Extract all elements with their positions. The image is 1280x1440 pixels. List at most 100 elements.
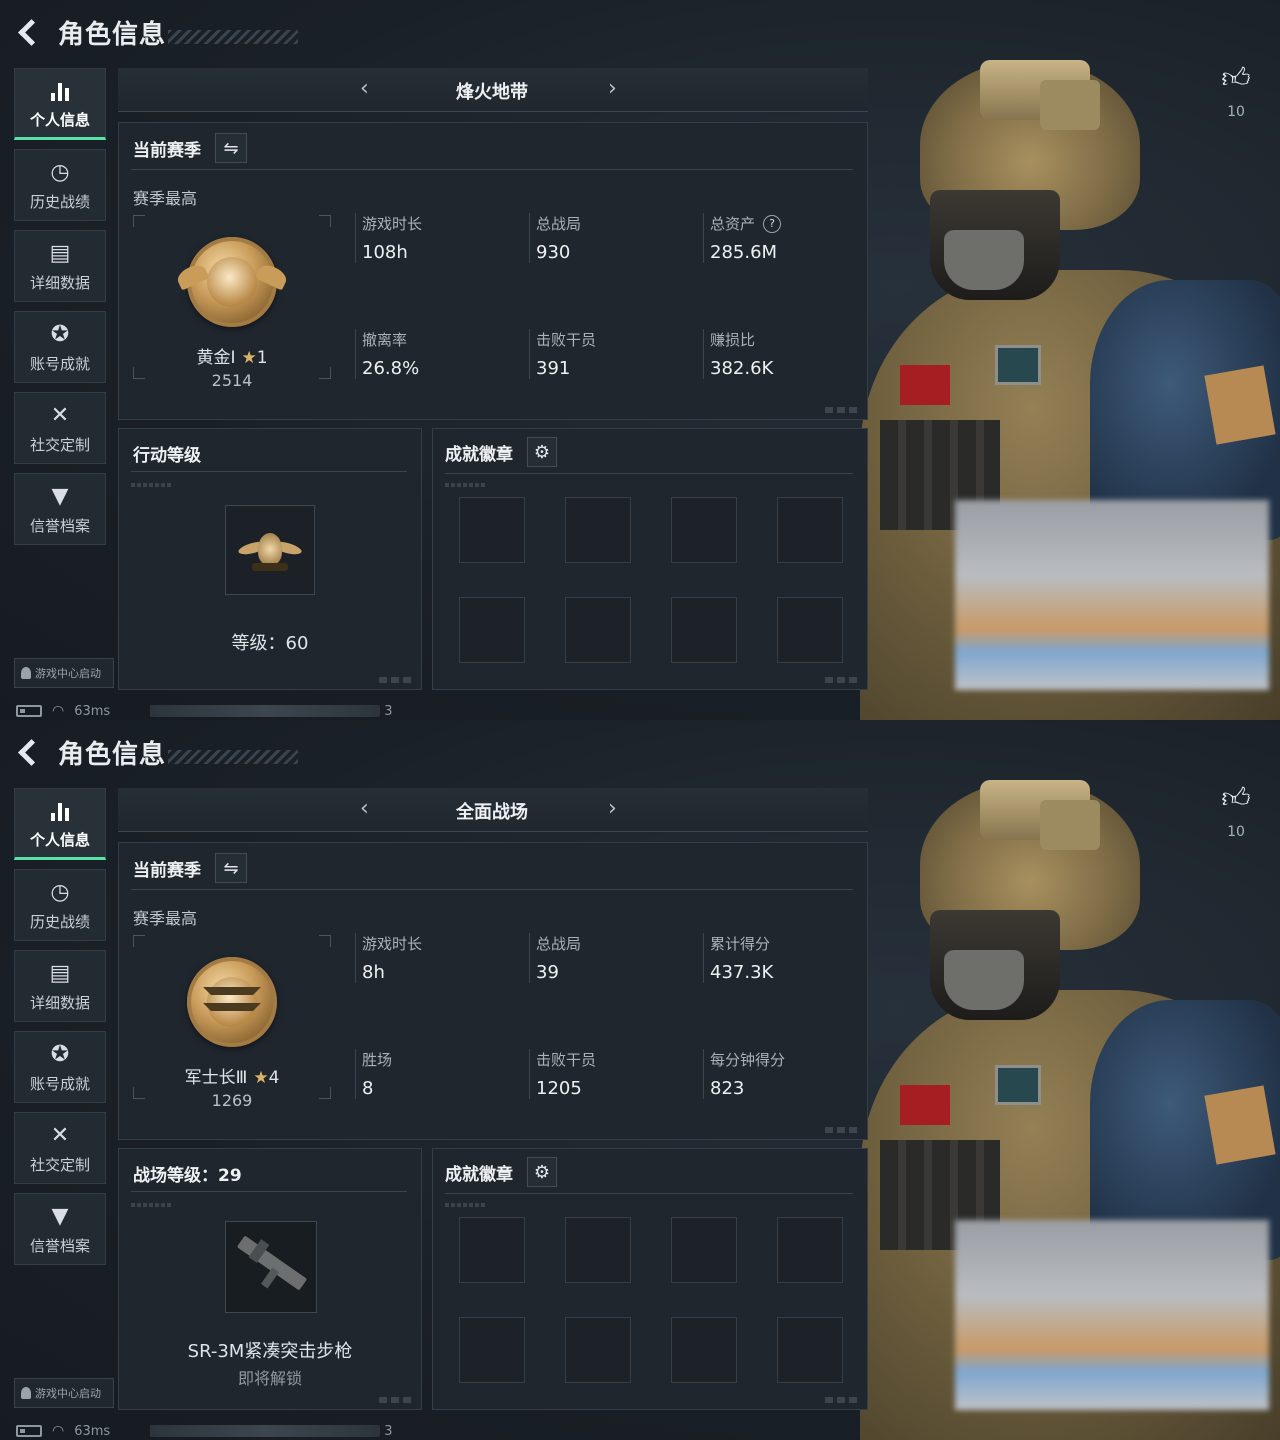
tools-icon: ✕ <box>50 402 70 428</box>
season-best-label: 赛季最高 <box>133 189 198 208</box>
sidebar-item-reputation[interactable]: ▼ 信誉档案 <box>14 1193 106 1265</box>
stat-play-time: 游戏时长 108h <box>355 213 525 263</box>
battery-icon <box>16 705 42 717</box>
rank-box: 黄金Ⅰ ★1 2514 <box>133 215 331 390</box>
star-icon: ★ <box>253 1068 269 1088</box>
season-label: 当前赛季 <box>133 140 201 161</box>
stat-extract-rate: 撤离率 26.8% <box>355 329 525 379</box>
ping-value: 63ms <box>74 1423 111 1439</box>
sidebar-item-details[interactable]: ▤ 详细数据 <box>14 950 106 1022</box>
shield-icon: ▼ <box>51 1203 69 1229</box>
launch-badge: 游戏中心启动 <box>14 1378 114 1408</box>
badge-slot[interactable] <box>459 1217 525 1283</box>
launch-badge: 游戏中心启动 <box>14 658 114 688</box>
thumbs-up-icon: 👍︎ <box>1221 781 1251 814</box>
sidebar-item-social[interactable]: ✕ 社交定制 <box>14 1112 106 1184</box>
badge-slot[interactable] <box>671 1217 737 1283</box>
bar-chart-icon <box>46 797 74 825</box>
stat-operators-defeated: 击败干员 1205 <box>529 1049 699 1099</box>
stat-score-per-minute: 每分钟得分 823 <box>703 1049 873 1099</box>
stat-cumulative-score: 累计得分 437.3K <box>703 933 873 983</box>
rank-name: 黄金Ⅰ ★1 <box>196 348 268 368</box>
season-panel: 当前赛季 ⇋ 赛季最高 黄金Ⅰ ★1 2514 游戏时长 108h 总战局 930 总… <box>118 122 868 420</box>
rifle-icon <box>225 1221 317 1313</box>
badge-slot[interactable] <box>777 497 843 563</box>
badge-slot[interactable] <box>671 497 737 563</box>
battery-icon <box>16 1425 42 1437</box>
sidebar-item-details[interactable]: ▤ 详细数据 <box>14 230 106 302</box>
level-value: 等级：60 <box>231 633 309 654</box>
chevron-right-icon[interactable]: › <box>608 76 617 101</box>
back-arrow-icon[interactable] <box>14 17 44 47</box>
trophy-icon: ✪ <box>50 321 70 347</box>
blurred-region <box>955 500 1269 690</box>
qq-icon <box>21 667 31 679</box>
badge-slot[interactable] <box>459 597 525 663</box>
sidebar-item-profile[interactable]: 个人信息 <box>14 788 106 860</box>
gear-icon[interactable]: ⚙ <box>527 437 557 467</box>
like-count: 10 <box>1227 104 1245 120</box>
badge-slot[interactable] <box>671 597 737 663</box>
sidebar-item-history[interactable]: ◷ 历史战绩 <box>14 869 106 941</box>
badge-slot[interactable] <box>565 1317 631 1383</box>
clock-icon: ◷ <box>50 879 70 905</box>
operation-level-panel: 行动等级 等级：60 <box>118 428 422 690</box>
badge-slot[interactable] <box>777 1317 843 1383</box>
battlefield-level-panel: 战场等级：29 SR-3M紧凑突击步枪 即将解锁 <box>118 1148 422 1410</box>
swap-icon[interactable]: ⇋ <box>215 853 247 883</box>
mode-selector: ‹ 全面战场 › <box>118 788 868 832</box>
like-button[interactable]: 👍︎ 10 <box>1212 781 1260 841</box>
stat-total-matches: 总战局 39 <box>529 933 699 983</box>
rank-score: 1269 <box>211 1091 253 1110</box>
sidebar-item-social[interactable]: ✕ 社交定制 <box>14 392 106 464</box>
badge-slot[interactable] <box>565 497 631 563</box>
chevron-right-icon[interactable]: › <box>608 796 617 821</box>
weapon-name: SR-3M紧凑突击步枪 <box>187 1341 353 1362</box>
rank-medal-icon <box>174 237 290 327</box>
badge-slot[interactable] <box>777 597 843 663</box>
like-button[interactable]: 👍︎ 10 <box>1212 64 1260 121</box>
badge-slot[interactable] <box>459 1317 525 1383</box>
achievements-panel: 成就徽章 ⚙ <box>432 1148 868 1410</box>
stat-wins: 胜场 8 <box>355 1049 525 1099</box>
badge-slot[interactable] <box>565 597 631 663</box>
page-title: 角色信息 <box>58 19 167 50</box>
back-arrow-icon[interactable] <box>14 737 44 767</box>
season-label: 当前赛季 <box>133 860 201 881</box>
character-portrait <box>820 750 1280 1440</box>
page-title: 角色信息 <box>58 739 167 770</box>
chevron-left-icon[interactable]: ‹ <box>360 796 369 821</box>
chevron-left-icon[interactable]: ‹ <box>360 76 369 101</box>
achievements-title: 成就徽章 <box>445 444 513 465</box>
mode-selector: ‹ 烽火地带 › <box>118 68 868 112</box>
qq-icon <box>21 1387 31 1399</box>
tools-icon: ✕ <box>50 1122 70 1148</box>
sidebar-item-profile[interactable]: 个人信息 <box>14 68 106 140</box>
wifi-icon: ◠ <box>52 703 65 719</box>
bar-chart-icon <box>46 77 74 105</box>
screen-extraction-mode: 角色信息 个人信息 ◷ 历史战绩 ▤ 详细数据 ✪ 账号成就 ✕ 社交定制 ▼ … <box>0 0 1280 720</box>
sidebar-item-achievements[interactable]: ✪ 账号成就 <box>14 311 106 383</box>
trophy-icon: ✪ <box>50 1041 70 1067</box>
gear-icon[interactable]: ⚙ <box>527 1157 557 1187</box>
swap-icon[interactable]: ⇋ <box>215 133 247 163</box>
star-icon: ★ <box>241 348 257 368</box>
blurred-region <box>955 1220 1269 1410</box>
badge-slot[interactable] <box>565 1217 631 1283</box>
sidebar-item-achievements[interactable]: ✪ 账号成就 <box>14 1031 106 1103</box>
stat-operators-defeated: 击败干员 391 <box>529 329 699 379</box>
sidebar-nav: 个人信息 ◷ 历史战绩 ▤ 详细数据 ✪ 账号成就 ✕ 社交定制 ▼ 信誉档案 <box>14 68 106 554</box>
badge-slot[interactable] <box>671 1317 737 1383</box>
badge-slot[interactable] <box>777 1217 843 1283</box>
season-best-label: 赛季最高 <box>133 909 198 928</box>
clock-icon: ◷ <box>50 159 70 185</box>
sidebar-item-reputation[interactable]: ▼ 信誉档案 <box>14 473 106 545</box>
shield-icon: ▼ <box>51 483 69 509</box>
mode-title: 全面战场 <box>456 802 528 823</box>
sidebar-item-history[interactable]: ◷ 历史战绩 <box>14 149 106 221</box>
mode-title: 烽火地带 <box>456 82 528 103</box>
help-icon[interactable]: ? <box>763 214 782 233</box>
badge-slot[interactable] <box>459 497 525 563</box>
like-count: 10 <box>1227 824 1245 840</box>
rank-name: 军士长Ⅲ ★4 <box>184 1068 280 1088</box>
